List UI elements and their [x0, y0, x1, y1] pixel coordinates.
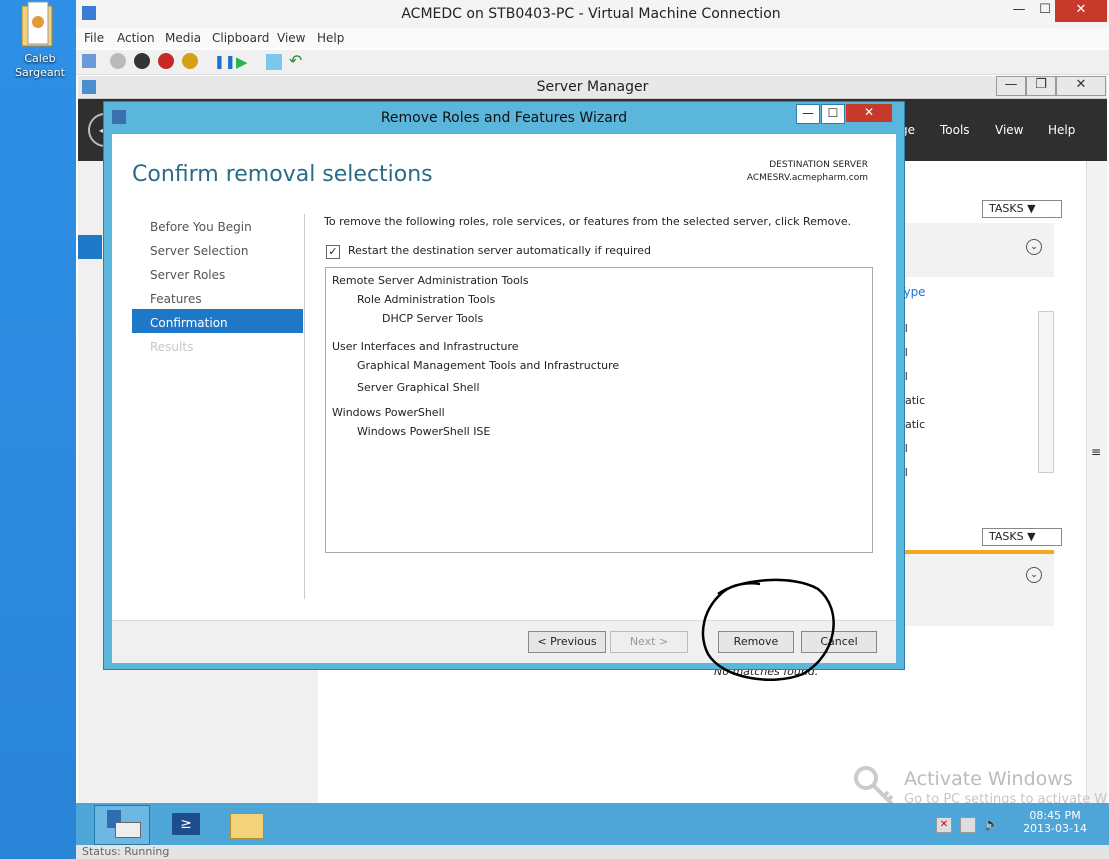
step-before-you-begin[interactable]: Before You Begin [150, 220, 252, 234]
nav-tools[interactable]: Tools [940, 123, 970, 137]
menu-action[interactable]: Action [117, 31, 155, 45]
status-bar: Status: Running [76, 845, 1109, 859]
snapshot-icon[interactable] [266, 54, 282, 70]
step-confirmation[interactable]: Confirmation [150, 316, 228, 330]
wizard-heading: Confirm removal selections [132, 162, 433, 187]
list-item: Server Graphical Shell [357, 381, 480, 394]
step-features[interactable]: Features [150, 292, 202, 306]
wizard-maximize-button[interactable]: ☐ [821, 104, 845, 124]
scroll-thumb[interactable]: ≡ [1089, 445, 1103, 459]
list-item: User Interfaces and Infrastructure [332, 340, 519, 353]
resume-icon[interactable]: ▶ [236, 53, 248, 71]
user-folder-icon[interactable] [18, 0, 58, 50]
step-server-roles[interactable]: Server Roles [150, 268, 225, 282]
vm-title: ACMEDC on STB0403-PC - Virtual Machine C… [401, 6, 781, 22]
nav-separator [304, 214, 305, 599]
server-manager-title: Server Manager [536, 79, 649, 95]
list-item: Role Administration Tools [357, 293, 496, 306]
menu-media[interactable]: Media [165, 31, 201, 45]
sm-restore-button[interactable]: ❐ [1026, 76, 1056, 96]
intro-text: To remove the following roles, role serv… [324, 215, 852, 228]
destination-label: DESTINATION SERVER [769, 160, 868, 170]
key-icon [852, 764, 896, 808]
shutdown-icon[interactable] [158, 53, 174, 69]
list-item: Windows PowerShell [332, 406, 445, 419]
tasks-dropdown-1[interactable]: TASKS ▼ [982, 200, 1062, 218]
vm-toolbar: ❚❚ ▶ ↶ [76, 50, 1109, 75]
desktop: Caleb Sargeant [0, 0, 76, 859]
tasks-dropdown-2[interactable]: TASKS ▼ [982, 528, 1062, 546]
revert-icon[interactable]: ↶ [289, 51, 302, 70]
powershell-taskbar-icon[interactable]: ≥ [160, 805, 214, 843]
pause-icon[interactable]: ❚❚ [214, 55, 236, 70]
server-manager-taskbar-icon[interactable] [94, 805, 150, 845]
list-item: Graphical Management Tools and Infrastru… [357, 359, 620, 372]
expand-icon-2[interactable]: ⌄ [1026, 567, 1042, 583]
menu-view[interactable]: View [277, 31, 305, 45]
action-center-icon[interactable] [960, 817, 976, 833]
status-text: Status: Running [82, 845, 170, 858]
next-button: Next > [610, 631, 688, 653]
list-item: Remote Server Administration Tools [332, 274, 529, 287]
annotation-circle [701, 578, 835, 681]
menu-file[interactable]: File [84, 31, 104, 45]
destination-server: ACMESRV.acmepharm.com [746, 173, 868, 183]
turn-off-icon[interactable] [134, 53, 150, 69]
ctrl-alt-del-icon[interactable] [82, 54, 96, 68]
menu-help[interactable]: Help [317, 31, 344, 45]
clock-time: 08:45 PM [1029, 809, 1081, 822]
wizard-minimize-button[interactable]: — [796, 104, 820, 124]
menu-clipboard[interactable]: Clipboard [212, 31, 269, 45]
step-results: Results [150, 340, 194, 354]
list-item: DHCP Server Tools [382, 312, 484, 325]
inner-scrollbar[interactable] [1038, 311, 1054, 473]
vm-title-bar: ACMEDC on STB0403-PC - Virtual Machine C… [76, 0, 1109, 28]
close-button[interactable]: ✕ [1055, 0, 1107, 22]
expand-icon[interactable]: ⌄ [1026, 239, 1042, 255]
sm-minimize-button[interactable]: — [996, 76, 1026, 96]
step-server-selection[interactable]: Server Selection [150, 244, 248, 258]
removal-list: Remote Server Administration Tools Role … [325, 267, 873, 553]
nav-help[interactable]: Help [1048, 123, 1075, 137]
activate-windows: Activate Windows [904, 768, 1073, 790]
sm-close-button[interactable]: ✕ [1056, 76, 1106, 96]
restart-checkbox[interactable]: ✓ [326, 245, 340, 259]
vm-menubar: File Action Media Clipboard View Help [76, 28, 1109, 48]
taskbar: ≥ ✕ 🔈 08:45 PM 2013-03-14 [76, 803, 1109, 845]
tile-header-2 [898, 554, 1054, 626]
start-icon[interactable] [110, 53, 126, 69]
wizard-title: Remove Roles and Features Wizard [380, 110, 628, 126]
nav-view[interactable]: View [995, 123, 1023, 137]
save-state-icon[interactable] [182, 53, 198, 69]
wizard-close-button[interactable]: ✕ [846, 104, 892, 122]
list-item: Windows PowerShell ISE [357, 425, 491, 438]
main-scrollbar[interactable]: ≡ [1086, 161, 1107, 803]
desktop-icon-label-2: Sargeant [15, 66, 65, 79]
volume-icon[interactable]: 🔈 [984, 817, 999, 831]
file-explorer-taskbar-icon[interactable] [220, 805, 274, 843]
clock-date: 2013-03-14 [1023, 822, 1087, 835]
desktop-icon-label-1: Caleb [24, 52, 56, 65]
network-icon[interactable]: ✕ [936, 817, 952, 833]
server-manager-title-bar: Server Manager — ❐ ✕ [78, 76, 1107, 99]
restart-checkbox-label[interactable]: Restart the destination server automatic… [348, 244, 651, 257]
clock[interactable]: 08:45 PM 2013-03-14 [1023, 809, 1087, 835]
sidebar-active-marker[interactable] [78, 235, 102, 259]
previous-button[interactable]: < Previous [528, 631, 606, 653]
